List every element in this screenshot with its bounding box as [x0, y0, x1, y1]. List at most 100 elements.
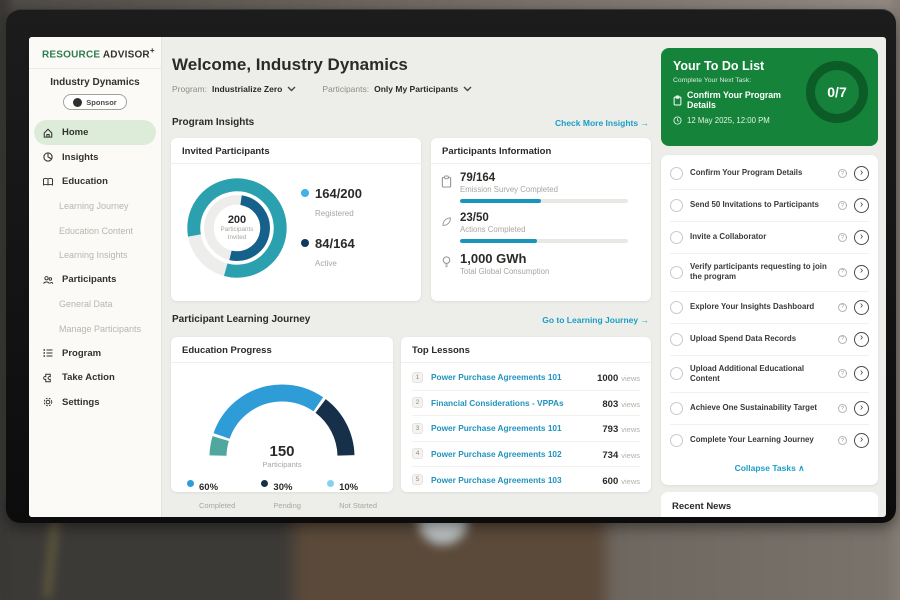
info-icon[interactable]: ?: [838, 169, 847, 178]
info-icon[interactable]: ?: [838, 233, 847, 242]
chevron-right-icon[interactable]: ›: [854, 433, 869, 448]
info-icon[interactable]: ?: [838, 436, 847, 445]
info-icon[interactable]: ?: [838, 268, 847, 277]
info-icon[interactable]: ?: [838, 201, 847, 210]
info-icon[interactable]: ?: [838, 404, 847, 413]
filters-row: Program: Industrialize Zero Participants…: [172, 84, 472, 94]
info-icon[interactable]: ?: [838, 369, 847, 378]
sidebar-item-participants[interactable]: Participants: [29, 267, 161, 292]
arrow-right-icon: →: [641, 315, 650, 325]
lesson-row: 1 Power Purchase Agreements 101 1000view…: [412, 365, 640, 391]
card-title: Top Lessons: [401, 337, 651, 363]
dashboard-screen: RESOURCE ADVISOR+ Industry Dynamics Spon…: [29, 37, 886, 517]
lesson-rank: 3: [412, 423, 423, 434]
sidebar-item-education[interactable]: Education: [29, 169, 161, 194]
program-select[interactable]: Program: Industrialize Zero: [172, 84, 296, 94]
sidebar-item-general-data[interactable]: General Data: [29, 292, 161, 317]
completed-dot: [187, 480, 194, 487]
task-checkbox[interactable]: [670, 434, 683, 447]
not-started-legend-item: 10%Not Started: [327, 477, 377, 513]
chevron-right-icon[interactable]: ›: [854, 366, 869, 381]
check-more-insights-link[interactable]: Check More Insights →: [555, 118, 649, 128]
invited-donut-chart: 200 Participants Invited: [183, 174, 291, 282]
sidebar-item-program[interactable]: Program: [29, 341, 161, 366]
task-row: Verify participants requesting to join t…: [670, 254, 869, 292]
chevron-right-icon[interactable]: ›: [854, 401, 869, 416]
lesson-link[interactable]: Power Purchase Agreements 103: [431, 475, 594, 485]
sidebar-item-take-action[interactable]: Take Action: [29, 365, 161, 390]
sidebar-item-manage-participants[interactable]: Manage Participants: [29, 316, 161, 341]
invited-participants-card: Invited Participants 200 Participants In…: [171, 138, 421, 301]
lightbulb-icon: [441, 252, 452, 276]
book-icon: [42, 176, 54, 188]
task-row: Confirm Your Program Details ? ›: [670, 158, 869, 190]
task-checkbox[interactable]: [670, 402, 683, 415]
lesson-row: 4 Power Purchase Agreements 102 734views: [412, 442, 640, 468]
collapse-tasks-link[interactable]: Collapse Tasks ∧: [670, 456, 869, 474]
divider: [29, 68, 161, 69]
donut-center-label: Participants Invited: [212, 226, 262, 242]
sidebar-item-settings[interactable]: Settings: [29, 390, 161, 415]
participants-select[interactable]: Participants: Only My Participants: [322, 84, 472, 94]
education-legend: 60%Completed 30%Pending 10%Not Started: [171, 465, 393, 513]
sidebar-item-home[interactable]: Home: [34, 120, 156, 145]
task-checkbox[interactable]: [670, 167, 683, 180]
sidebar-item-learning-journey[interactable]: Learning Journey: [29, 194, 161, 219]
todo-panel: Your To Do List Complete Your Next Task:…: [661, 37, 878, 517]
task-checkbox[interactable]: [670, 301, 683, 314]
todo-subtitle: Complete Your Next Task:: [673, 77, 806, 84]
sidebar-item-insights[interactable]: Insights: [29, 145, 161, 170]
task-row: Upload Spend Data Records ? ›: [670, 324, 869, 356]
task-checkbox[interactable]: [670, 231, 683, 244]
todo-task-list: Confirm Your Program Details ? › Send 50…: [661, 155, 878, 485]
task-row: Send 50 Invitations to Participants ? ›: [670, 190, 869, 222]
gauge-center-value: 150: [202, 443, 362, 460]
list-icon: [42, 347, 54, 359]
lesson-rank: 4: [412, 448, 423, 459]
task-row: Explore Your Insights Dashboard ? ›: [670, 292, 869, 324]
sidebar-item-learning-insights[interactable]: Learning Insights: [29, 243, 161, 268]
task-checkbox[interactable]: [670, 199, 683, 212]
main-content: Welcome, Industry Dynamics Program: Indu…: [162, 37, 661, 517]
program-insights-header: Program Insights Check More Insights →: [172, 117, 649, 128]
chevron-right-icon[interactable]: ›: [854, 265, 869, 280]
task-checkbox[interactable]: [670, 333, 683, 346]
todo-next-task: Confirm Your Program Details: [673, 90, 806, 110]
chevron-right-icon[interactable]: ›: [854, 332, 869, 347]
todo-summary-card: Your To Do List Complete Your Next Task:…: [661, 48, 878, 146]
donut-center-value: 200: [228, 214, 246, 226]
chevron-right-icon[interactable]: ›: [854, 300, 869, 315]
participants-information-card: Participants Information 79/164 Emission…: [431, 138, 651, 301]
go-to-learning-journey-link[interactable]: Go to Learning Journey →: [542, 315, 649, 325]
section-title: Participant Learning Journey: [172, 314, 310, 325]
leaf-icon: [441, 212, 452, 243]
clock-icon: [673, 116, 682, 125]
lesson-link[interactable]: Power Purchase Agreements 102: [431, 449, 594, 459]
chevron-right-icon[interactable]: ›: [854, 166, 869, 181]
chevron-right-icon[interactable]: ›: [854, 230, 869, 245]
lesson-link[interactable]: Power Purchase Agreements 101: [431, 372, 589, 382]
chevron-right-icon[interactable]: ›: [854, 198, 869, 213]
lesson-row: 5 Power Purchase Agreements 103 600views: [412, 467, 640, 493]
info-icon[interactable]: ?: [838, 335, 847, 344]
completed-legend-item: 60%Completed: [187, 477, 235, 513]
task-checkbox[interactable]: [670, 266, 683, 279]
lesson-link[interactable]: Financial Considerations - VPPAs: [431, 398, 594, 408]
info-icon[interactable]: ?: [838, 303, 847, 312]
learning-journey-header: Participant Learning Journey Go to Learn…: [172, 314, 649, 325]
sidebar-nav: Home Insights Education Learning Journey…: [29, 120, 161, 414]
emission-survey-stat: 79/164 Emission Survey Completed: [441, 172, 639, 203]
pending-dot: [261, 480, 268, 487]
sidebar: RESOURCE ADVISOR+ Industry Dynamics Spon…: [29, 37, 162, 517]
sidebar-item-education-content[interactable]: Education Content: [29, 218, 161, 243]
education-progress-card: Education Progress 150 Participants: [171, 337, 393, 492]
sponsor-badge[interactable]: Sponsor: [63, 94, 127, 110]
chevron-down-icon: [287, 86, 296, 92]
lesson-link[interactable]: Power Purchase Agreements 101: [431, 423, 594, 433]
task-checkbox[interactable]: [670, 367, 683, 380]
card-title: Education Progress: [171, 337, 393, 363]
not-started-dot: [327, 480, 334, 487]
chevron-up-icon: ∧: [798, 463, 804, 473]
page-title: Welcome, Industry Dynamics: [172, 55, 408, 75]
active-legend-item: 84/164 Active: [301, 235, 362, 271]
